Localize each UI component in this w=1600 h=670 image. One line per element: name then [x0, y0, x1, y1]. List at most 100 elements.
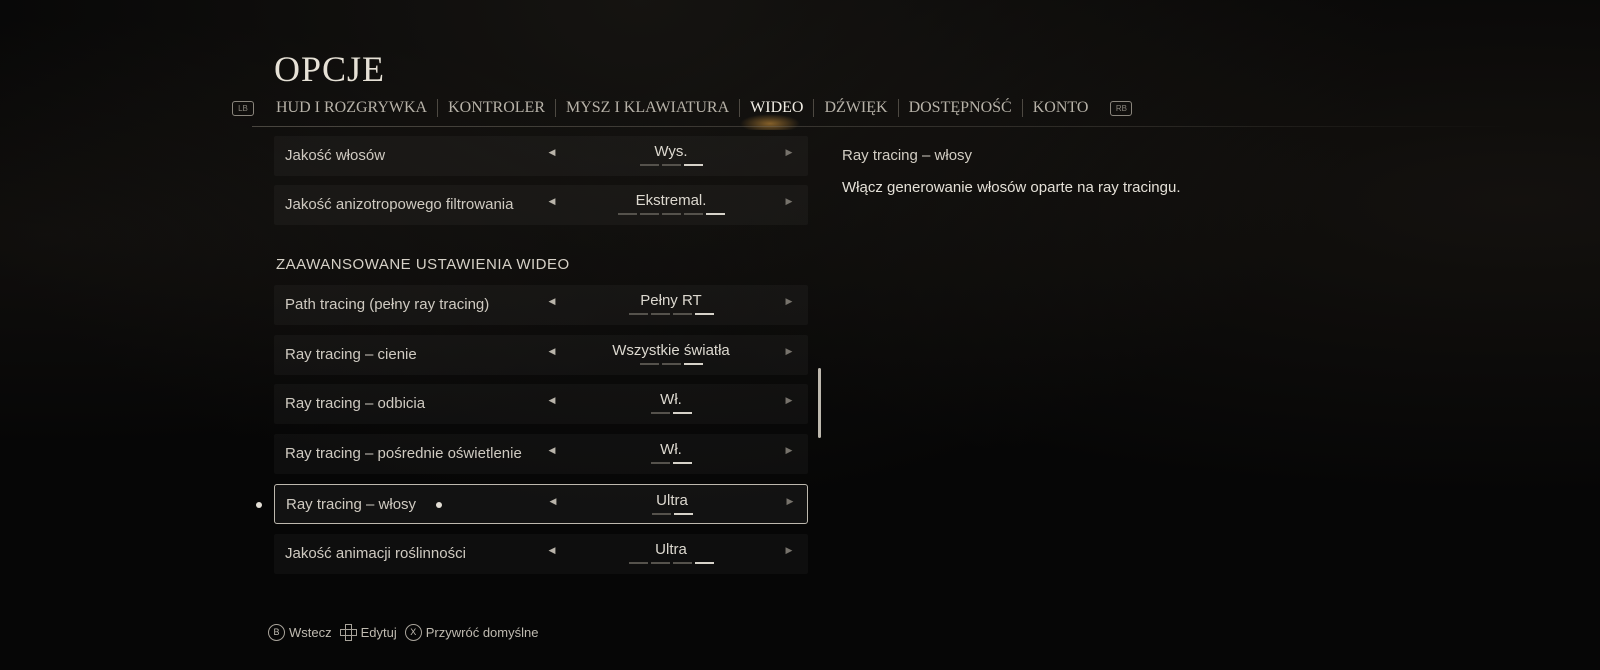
setting-row-rt-hair[interactable]: Ray tracing – włosy ◀ Ultra ▶ — [274, 484, 808, 524]
setting-row-path-tracing[interactable]: Path tracing (pełny ray tracing) ◀ Pełny… — [274, 285, 808, 325]
arrow-left-icon[interactable]: ◀ — [546, 496, 560, 507]
setting-label: Ray tracing – cienie — [285, 346, 417, 363]
setting-label: Ray tracing – odbicia — [285, 395, 426, 412]
page-title: OPCJE — [274, 49, 386, 89]
button-prompts: B Wstecz Edytuj X Przywróć domyślne — [268, 624, 546, 641]
edit-label: Edytuj — [360, 625, 397, 640]
tab-account[interactable]: KONTO — [1023, 99, 1099, 117]
level-pip — [628, 313, 648, 315]
level-pip — [617, 213, 637, 215]
level-pip-active — [683, 363, 703, 365]
level-indicator — [564, 412, 778, 414]
level-pip-active — [694, 562, 714, 564]
description-text: Włącz generowanie włosów oparte na ray t… — [842, 179, 1181, 196]
level-pip — [672, 313, 692, 315]
setting-row-rt-reflections[interactable]: Ray tracing – odbicia ◀ Wł. ▶ — [274, 384, 808, 424]
x-button-icon: X — [404, 624, 422, 641]
reset-label: Przywróć domyślne — [425, 625, 539, 640]
level-pip — [639, 213, 659, 215]
setting-value: Ultra — [655, 541, 687, 558]
setting-label: Jakość włosów — [285, 147, 386, 164]
back-prompt[interactable]: B Wstecz — [268, 624, 332, 641]
arrow-right-icon[interactable]: ▶ — [782, 346, 796, 357]
edit-prompt[interactable]: Edytuj — [339, 624, 397, 641]
arrow-left-icon[interactable]: ◀ — [545, 346, 559, 357]
settings-scrollbar[interactable] — [818, 368, 821, 438]
setting-value: Ekstremal. — [635, 192, 707, 209]
level-indicator — [565, 513, 779, 515]
setting-value: Ultra — [656, 492, 688, 509]
setting-row-rt-shadows[interactable]: Ray tracing – cienie ◀ Wszystkie światła… — [274, 335, 808, 375]
setting-label: Jakość anizotropowego filtrowania — [285, 196, 514, 213]
arrow-right-icon[interactable]: ▶ — [783, 496, 797, 507]
arrow-left-icon[interactable]: ◀ — [545, 545, 559, 556]
setting-value: Wł. — [660, 391, 682, 408]
setting-value: Wł. — [660, 441, 682, 458]
level-pip — [639, 363, 659, 365]
tab-video[interactable]: WIDEO — [740, 99, 815, 117]
tab-hud-gameplay[interactable]: HUD I ROZGRYWKA — [266, 99, 439, 117]
level-indicator — [564, 213, 778, 215]
setting-label: Path tracing (pełny ray tracing) — [285, 296, 490, 313]
arrow-right-icon[interactable]: ▶ — [782, 445, 796, 456]
dpad-icon — [339, 624, 357, 641]
level-indicator — [564, 462, 778, 464]
level-pip-active — [694, 313, 714, 315]
arrow-left-icon[interactable]: ◀ — [545, 395, 559, 406]
arrow-right-icon[interactable]: ▶ — [782, 395, 796, 406]
setting-row-foliage-animation[interactable]: Jakość animacji roślinności ◀ Ultra ▶ — [274, 534, 808, 574]
level-pip — [628, 562, 648, 564]
level-pip — [661, 164, 681, 166]
level-pip — [639, 164, 659, 166]
setting-value: Wys. — [654, 143, 688, 160]
level-pip — [661, 213, 681, 215]
level-pip-active — [705, 213, 725, 215]
level-indicator — [564, 164, 778, 166]
level-pip-active — [672, 462, 692, 464]
b-button-icon: B — [268, 624, 285, 641]
level-indicator — [564, 313, 778, 315]
level-indicator — [564, 562, 778, 564]
level-pip — [651, 513, 671, 515]
level-pip — [650, 562, 670, 564]
tab-controller[interactable]: KONTROLER — [438, 99, 556, 117]
setting-value: Wszystkie światła — [612, 342, 730, 359]
section-title: ZAAWANSOWANE USTAWIENIA WIDEO — [276, 256, 570, 273]
tab-audio[interactable]: DŹWIĘK — [814, 99, 899, 117]
tab-bar: LB HUD I ROZGRYWKA KONTROLER MYSZ I KLAW… — [232, 96, 1133, 120]
arrow-right-icon[interactable]: ▶ — [782, 147, 796, 158]
arrow-right-icon[interactable]: ▶ — [782, 545, 796, 556]
setting-row-rt-indirect-lighting[interactable]: Ray tracing – pośrednie oświetlenie ◀ Wł… — [274, 434, 808, 474]
arrow-left-icon[interactable]: ◀ — [545, 147, 559, 158]
tab-mouse-keyboard[interactable]: MYSZ I KLAWIATURA — [556, 99, 741, 117]
tab-accessibility[interactable]: DOSTĘPNOŚĆ — [899, 99, 1023, 117]
setting-label: Ray tracing – włosy — [286, 496, 417, 513]
arrow-left-icon[interactable]: ◀ — [545, 196, 559, 207]
level-pip-active — [683, 164, 703, 166]
lb-bumper-icon[interactable]: LB — [232, 100, 254, 116]
level-pip — [683, 213, 703, 215]
rb-bumper-icon[interactable]: RB — [1110, 100, 1133, 116]
arrow-right-icon[interactable]: ▶ — [782, 296, 796, 307]
setting-label: Jakość animacji roślinności — [285, 545, 466, 562]
level-pip — [661, 363, 681, 365]
selection-marker-icon — [256, 502, 262, 508]
level-pip — [650, 462, 670, 464]
changed-indicator-icon — [436, 502, 442, 508]
arrow-left-icon[interactable]: ◀ — [545, 296, 559, 307]
arrow-right-icon[interactable]: ▶ — [782, 196, 796, 207]
level-pip — [672, 562, 692, 564]
tab-divider — [252, 126, 1512, 127]
level-pip — [650, 313, 670, 315]
arrow-left-icon[interactable]: ◀ — [545, 445, 559, 456]
setting-row-anisotropic-filtering[interactable]: Jakość anizotropowego filtrowania ◀ Ekst… — [274, 185, 808, 225]
description-title: Ray tracing – włosy — [842, 147, 973, 164]
level-pip — [650, 412, 670, 414]
setting-row-hair-quality[interactable]: Jakość włosów ◀ Wys. ▶ — [274, 136, 808, 176]
back-label: Wstecz — [289, 625, 332, 640]
level-indicator — [564, 363, 778, 365]
setting-label: Ray tracing – pośrednie oświetlenie — [285, 445, 522, 462]
level-pip-active — [672, 412, 692, 414]
reset-defaults-prompt[interactable]: X Przywróć domyślne — [404, 624, 539, 641]
level-pip-active — [673, 513, 693, 515]
